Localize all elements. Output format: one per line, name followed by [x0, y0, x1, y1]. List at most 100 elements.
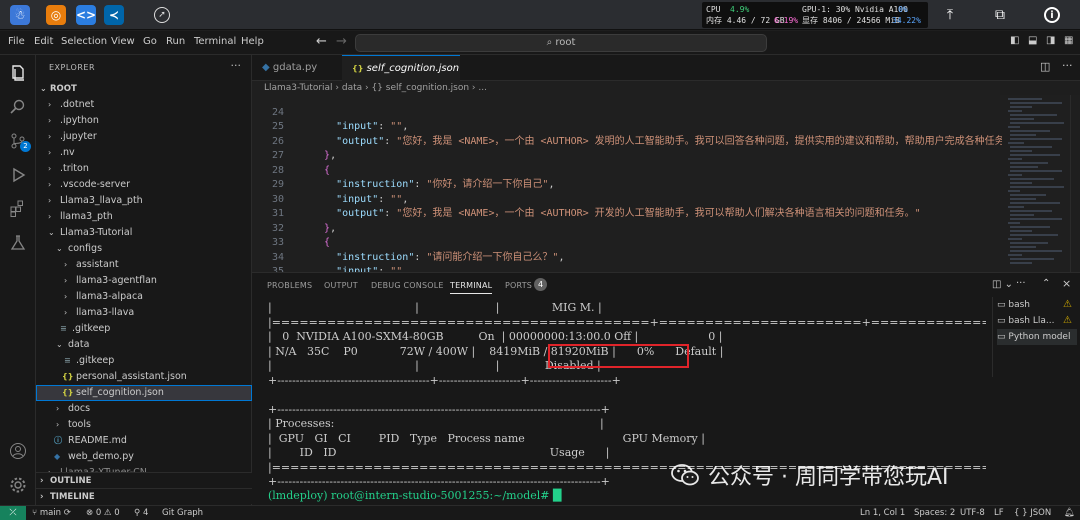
tree-folder[interactable]: › .jupyter	[36, 129, 252, 145]
toggle-panel-icon[interactable]: ⬓	[1028, 35, 1037, 46]
ports-count-badge: 4	[534, 278, 547, 291]
more-actions-icon[interactable]: ···	[1016, 278, 1026, 289]
chevron-right-icon: ›	[56, 420, 60, 429]
tab-gdata[interactable]: ◆ gdata.py	[252, 55, 342, 81]
code-icon[interactable]: <>	[76, 5, 96, 25]
app-logo-icon[interactable]: ☃	[10, 5, 30, 25]
menu-run[interactable]: Run	[166, 36, 185, 47]
chevron-up-icon[interactable]: ⌃	[1042, 278, 1050, 289]
tree-file[interactable]: ≡ .gitkeep	[36, 321, 252, 337]
terminal-line: +---------------------------------------…	[268, 402, 610, 416]
terminal-line: | | | MIG M. |	[268, 301, 602, 314]
language-status[interactable]: { } JSON	[1014, 506, 1051, 520]
menu-go[interactable]: Go	[143, 36, 157, 47]
back-arrow-icon[interactable]: ←	[316, 34, 327, 49]
code-editor[interactable]: 24 "input": "", 25 "output": "您好，我是 <NAM…	[252, 95, 1002, 272]
tree-folder[interactable]: › llama3-agentflan	[36, 273, 252, 289]
gpu-value: 0%	[898, 5, 908, 14]
close-icon[interactable]: ×	[1062, 277, 1071, 290]
tree-folder[interactable]: › llama3-alpaca	[36, 289, 252, 305]
terminal-item-bash-llama[interactable]: ▭ bash Lla... ⚠	[997, 313, 1072, 329]
tree-file[interactable]: ≡ .gitkeep	[36, 353, 252, 369]
tree-folder[interactable]: › .ipython	[36, 113, 252, 129]
tree-file[interactable]: {} personal_assistant.json	[36, 369, 252, 385]
chevron-right-icon: ›	[64, 260, 68, 269]
tree-file[interactable]: ⓘ README.md	[36, 433, 252, 449]
tab-debug-console[interactable]: DEBUG CONSOLE	[371, 281, 444, 290]
tree-folder[interactable]: › .vscode-server	[36, 177, 252, 193]
toggle-secondary-sidebar-icon[interactable]: ◨	[1046, 35, 1055, 46]
menu-view[interactable]: View	[111, 36, 135, 47]
upload-icon[interactable]: ⤒	[940, 5, 960, 25]
extensions-icon[interactable]	[6, 197, 30, 221]
tab-output[interactable]: OUTPUT	[324, 281, 358, 290]
remote-indicator[interactable]: ⤫	[0, 506, 26, 520]
tree-file-selected[interactable]: {} self_cognition.json	[36, 385, 252, 401]
resource-monitor: CPU 4.9% 内存 4.46 / 72 GB 6.19% GPU-1: 30…	[702, 2, 928, 28]
command-center-search[interactable]: ⌕ root	[355, 34, 767, 52]
encoding-status[interactable]: UTF-8	[960, 506, 985, 520]
explorer-icon[interactable]	[6, 61, 30, 85]
tree-folder[interactable]: › .dotnet	[36, 97, 252, 113]
problems-status[interactable]: ⊗ 0 ⚠ 0	[86, 506, 120, 520]
minimap[interactable]	[1002, 95, 1070, 272]
json-file-icon: {}	[352, 64, 364, 73]
tree-folder[interactable]: ⌄ configs	[36, 241, 252, 257]
testing-icon[interactable]	[6, 231, 30, 255]
tree-folder[interactable]: › llama3-llava	[36, 305, 252, 321]
breadcrumb[interactable]: Llama3-Tutorial › data › {} self_cogniti…	[252, 81, 1000, 95]
menu-terminal[interactable]: Terminal	[194, 36, 236, 47]
timeline-section[interactable]: › TIMELINE	[36, 488, 252, 504]
tree-folder[interactable]: › .nv	[36, 145, 252, 161]
account-icon[interactable]	[6, 439, 30, 463]
tree-root[interactable]: ⌄ ROOT	[36, 81, 252, 97]
tree-folder[interactable]: › assistant	[36, 257, 252, 273]
toggle-sidebar-icon[interactable]: ◧	[1010, 35, 1019, 46]
menu-selection[interactable]: Selection	[61, 36, 107, 47]
tab-self-cognition[interactable]: {} self_cognition.json ×	[342, 55, 460, 100]
more-actions-icon[interactable]: ···	[1062, 59, 1073, 72]
tab-problems[interactable]: PROBLEMS	[267, 281, 312, 290]
branch-status[interactable]: ⑂ main ⟳	[32, 506, 71, 520]
vscode-icon[interactable]: ≺	[104, 5, 124, 25]
watermark-text: 公众号 · 周同学带您玩AI	[708, 465, 949, 490]
jupyter-icon[interactable]: ◎	[46, 5, 66, 25]
ports-status[interactable]: ⚲ 4	[134, 506, 148, 520]
split-editor-icon[interactable]: ◫	[1040, 60, 1050, 73]
tree-folder[interactable]: ⌄ data	[36, 337, 252, 353]
menu-help[interactable]: Help	[241, 36, 264, 47]
compass-icon[interactable]: ➚	[154, 7, 170, 23]
run-debug-icon[interactable]	[6, 163, 30, 187]
git-graph-status[interactable]: Git Graph	[162, 506, 203, 520]
chevron-right-icon: ›	[48, 212, 52, 221]
terminal-item-python[interactable]: ▭ Python model	[997, 329, 1077, 345]
menu-edit[interactable]: Edit	[34, 36, 53, 47]
tree-folder[interactable]: ⌄ Llama3-Tutorial	[36, 225, 252, 241]
cursor-position[interactable]: Ln 1, Col 1	[860, 506, 905, 520]
indentation-status[interactable]: Spaces: 2	[914, 506, 955, 520]
search-icon[interactable]	[6, 95, 30, 119]
outline-section[interactable]: › OUTLINE	[36, 472, 252, 488]
tree-folder[interactable]: › Llama3_llava_pth	[36, 193, 252, 209]
tree-folder[interactable]: › .triton	[36, 161, 252, 177]
tree-folder[interactable]: › llama3_pth	[36, 209, 252, 225]
settings-gear-icon[interactable]	[6, 473, 30, 497]
tree-folder[interactable]: › tools	[36, 417, 252, 433]
source-control-icon[interactable]: 2	[6, 129, 31, 153]
notifications-bell-icon[interactable]: 🔔︎	[1064, 506, 1075, 520]
tree-folder[interactable]: › docs	[36, 401, 252, 417]
tab-terminal[interactable]: TERMINAL	[450, 281, 493, 294]
more-actions-icon[interactable]: ···	[231, 59, 242, 72]
split-terminal-icon[interactable]: ◫ ⌄	[992, 279, 1013, 290]
forward-arrow-icon[interactable]: →	[336, 34, 347, 49]
mem-label: 内存 4.46 / 72 GB	[706, 16, 785, 25]
account-icon[interactable]: ⧉	[990, 5, 1010, 25]
editor-scrollbar[interactable]	[1070, 95, 1080, 272]
eol-status[interactable]: LF	[994, 506, 1004, 520]
terminal-item-bash[interactable]: ▭ bash ⚠	[997, 297, 1072, 313]
tab-ports[interactable]: PORTS	[505, 281, 532, 290]
layout-icon[interactable]: ▦	[1064, 35, 1073, 46]
info-icon[interactable]: i	[1044, 7, 1060, 23]
menu-file[interactable]: File	[8, 36, 25, 47]
tree-file[interactable]: ◆ web_demo.py	[36, 449, 252, 465]
